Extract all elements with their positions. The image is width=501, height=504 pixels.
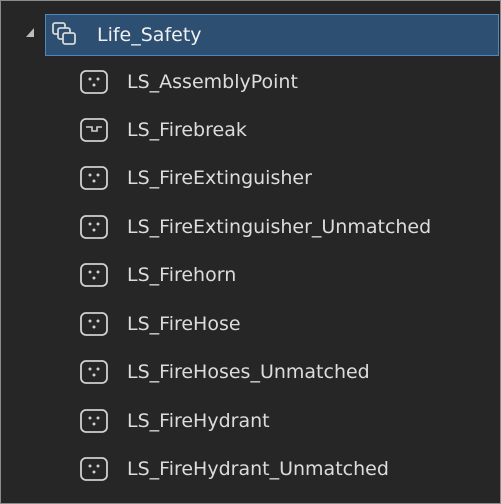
tree-item-label: LS_FireHose (127, 313, 241, 335)
tree-node-label: Life_Safety (97, 24, 202, 46)
point-feature-class-icon (80, 360, 108, 384)
tree-node-life-safety[interactable]: Life_Safety (21, 14, 499, 56)
tree-item-ls-firehydrant-unmatched[interactable]: LS_FireHydrant_Unmatched (79, 453, 489, 487)
point-feature-class-icon (80, 312, 108, 336)
tree-item-label: LS_FireHydrant_Unmatched (127, 458, 389, 480)
point-feature-class-icon (80, 263, 108, 287)
tree-item-label: LS_FireHydrant (127, 410, 270, 432)
tree-item-label: LS_Firebreak (127, 119, 247, 141)
tree-item-ls-firehorn[interactable]: LS_Firehorn (79, 259, 489, 293)
collapse-arrow-icon[interactable] (21, 14, 41, 56)
catalog-tree-panel: Life_Safety LS_AssemblyPoint LS_Firebrea… (0, 0, 501, 504)
tree-item-label: LS_FireHoses_Unmatched (127, 361, 370, 383)
tree-item-ls-assemblypoint[interactable]: LS_AssemblyPoint (79, 66, 489, 100)
line-feature-class-icon (80, 118, 108, 142)
point-feature-class-icon (80, 215, 108, 239)
expand-collapse-toggle[interactable] (21, 14, 41, 56)
point-feature-class-icon (80, 166, 108, 190)
tree-item-ls-firehoses-unmatched[interactable]: LS_FireHoses_Unmatched (79, 356, 489, 390)
tree-item-ls-firehose[interactable]: LS_FireHose (79, 308, 489, 342)
tree-item-ls-firehydrant[interactable]: LS_FireHydrant (79, 405, 489, 439)
tree-item-label: LS_AssemblyPoint (127, 71, 298, 93)
tree-item-label: LS_FireExtinguisher_Unmatched (127, 216, 432, 238)
tree-item-ls-fireextinguisher-unmatched[interactable]: LS_FireExtinguisher_Unmatched (79, 211, 489, 245)
point-feature-class-icon (80, 70, 108, 94)
tree-item-ls-firebreak[interactable]: LS_Firebreak (79, 114, 489, 148)
tree-item-label: LS_FireExtinguisher (127, 167, 312, 189)
feature-dataset-icon (52, 22, 76, 45)
point-feature-class-icon (80, 457, 108, 481)
tree-item-ls-fireextinguisher[interactable]: LS_FireExtinguisher (79, 162, 489, 196)
tree-item-label: LS_Firehorn (127, 264, 237, 286)
point-feature-class-icon (80, 409, 108, 433)
